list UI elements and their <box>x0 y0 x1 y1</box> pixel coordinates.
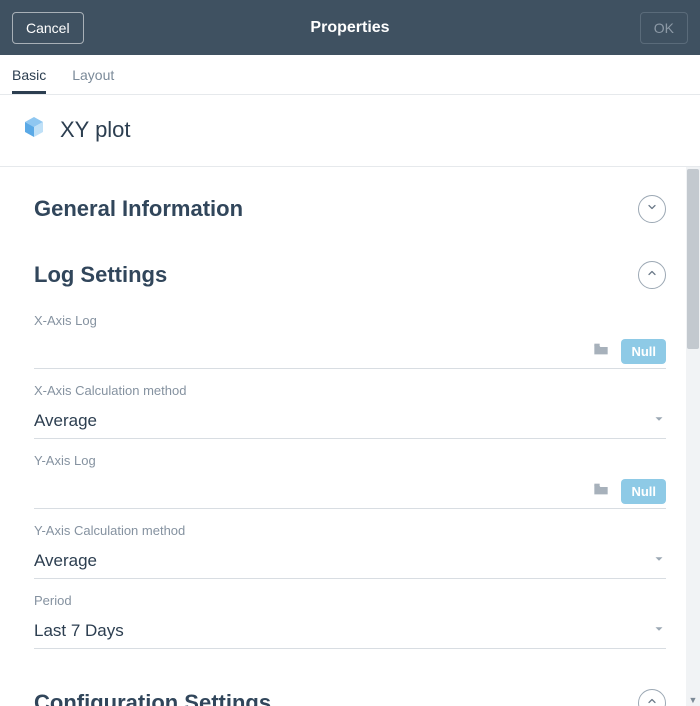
dropdown-icon <box>652 412 666 431</box>
page-title-row: XY plot <box>0 95 700 167</box>
section-general: General Information <box>34 167 666 233</box>
section-general-title: General Information <box>34 196 243 222</box>
section-config-title: Configuration Settings <box>34 690 271 706</box>
section-log: Log Settings <box>34 233 666 299</box>
dialog-header: Cancel Properties OK <box>0 0 700 55</box>
chevron-up-icon <box>646 266 658 284</box>
field-value: Average <box>34 551 97 571</box>
null-badge[interactable]: Null <box>621 339 666 364</box>
section-config: Configuration Settings <box>34 649 666 706</box>
field-label: X-Axis Log <box>34 313 666 328</box>
collapse-config-button[interactable] <box>638 689 666 706</box>
page-title: XY plot <box>60 117 131 143</box>
section-log-title: Log Settings <box>34 262 167 288</box>
folder-icon[interactable] <box>593 482 609 501</box>
chevron-down-icon <box>646 200 658 218</box>
tabs: Basic Layout <box>0 55 700 95</box>
content-scroll: General Information Log Settings X <box>0 167 700 706</box>
cube-icon <box>22 115 46 144</box>
ok-button[interactable]: OK <box>640 12 688 44</box>
null-badge[interactable]: Null <box>621 479 666 504</box>
tab-layout[interactable]: Layout <box>72 67 114 94</box>
scrollbar-track[interactable]: ▲ ▼ <box>686 167 700 706</box>
field-value: Last 7 Days <box>34 621 124 641</box>
field-x-calc-method[interactable]: X-Axis Calculation method Average <box>34 369 666 439</box>
expand-general-button[interactable] <box>638 195 666 223</box>
folder-icon[interactable] <box>593 342 609 361</box>
cancel-button[interactable]: Cancel <box>12 12 84 44</box>
field-label: Y-Axis Log <box>34 453 666 468</box>
scroll-down-icon[interactable]: ▼ <box>686 693 700 706</box>
dropdown-icon <box>652 552 666 571</box>
field-label: Period <box>34 593 666 608</box>
dialog-title: Properties <box>102 19 598 37</box>
tab-basic[interactable]: Basic <box>12 67 46 94</box>
field-x-axis-log[interactable]: X-Axis Log Null <box>34 299 666 369</box>
collapse-log-button[interactable] <box>638 261 666 289</box>
field-y-calc-method[interactable]: Y-Axis Calculation method Average <box>34 509 666 579</box>
field-value: Average <box>34 411 97 431</box>
field-y-axis-log[interactable]: Y-Axis Log Null <box>34 439 666 509</box>
chevron-up-icon <box>646 694 658 706</box>
field-label: X-Axis Calculation method <box>34 383 666 398</box>
field-label: Y-Axis Calculation method <box>34 523 666 538</box>
scrollbar-thumb[interactable] <box>687 169 699 349</box>
dropdown-icon <box>652 622 666 641</box>
field-period[interactable]: Period Last 7 Days <box>34 579 666 649</box>
